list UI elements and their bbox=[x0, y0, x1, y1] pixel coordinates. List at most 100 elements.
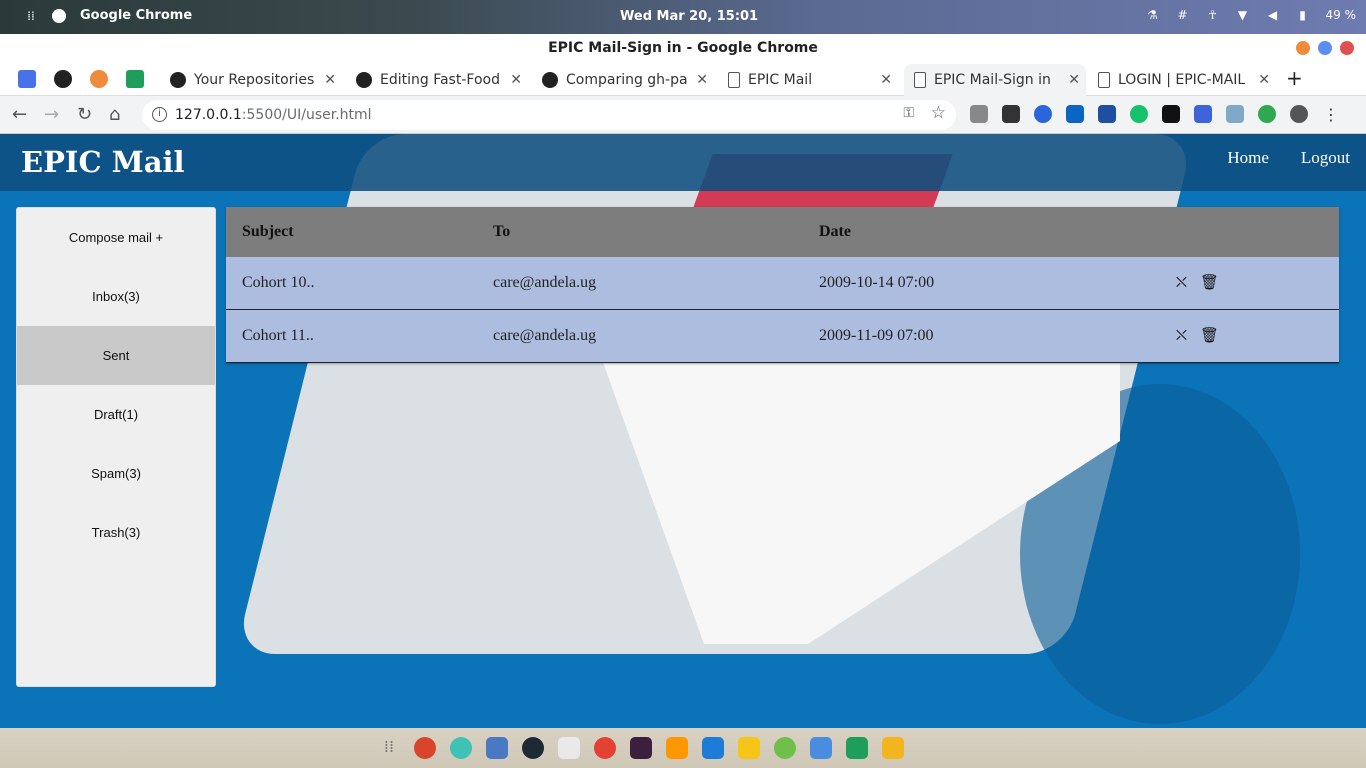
key-icon[interactable]: ⚿ bbox=[903, 105, 914, 121]
pinned-tab-orange[interactable] bbox=[90, 70, 108, 88]
minimize-button[interactable] bbox=[1296, 41, 1310, 55]
page-viewport: EPIC Mail Home Logout Compose mail + Inb… bbox=[0, 134, 1366, 728]
url-text[interactable]: 127.0.0.1:5500/UI/user.html bbox=[175, 107, 372, 123]
files-icon[interactable] bbox=[486, 737, 508, 759]
battery-icon[interactable]: ▮ bbox=[1296, 8, 1310, 22]
site-info-icon[interactable]: i bbox=[152, 107, 167, 122]
wifi-icon[interactable]: ▼ bbox=[1236, 8, 1250, 22]
extension-green-icon[interactable] bbox=[1258, 105, 1276, 123]
extension-profile-icon[interactable] bbox=[1290, 105, 1308, 123]
pinned-tab-github[interactable] bbox=[54, 70, 72, 88]
mail-app-icon[interactable] bbox=[450, 737, 472, 759]
extension-linkedin-icon[interactable] bbox=[1066, 105, 1084, 123]
tab-comparing[interactable]: Comparing gh-pa ✕ bbox=[542, 64, 714, 96]
forward-icon[interactable]: → bbox=[44, 104, 59, 125]
notes-icon[interactable] bbox=[738, 737, 760, 759]
sidebar-item-spam[interactable]: Spam(3) bbox=[17, 444, 215, 503]
sent-mail-table: Subject To Date Cohort 10.. care@andela.… bbox=[226, 207, 1339, 363]
system-top-bar: ⁞⁞ Google Chrome Wed Mar 20, 15:01 ⚗ # ☥… bbox=[0, 0, 1366, 34]
column-header-subject: Subject bbox=[242, 223, 294, 240]
extension-wave-icon[interactable] bbox=[1002, 105, 1020, 123]
row-subject[interactable]: Cohort 10.. bbox=[242, 274, 493, 292]
close-tab-icon[interactable]: ✕ bbox=[696, 72, 708, 88]
mail-client-icon[interactable] bbox=[558, 737, 580, 759]
app-name[interactable]: Google Chrome bbox=[80, 8, 192, 23]
page-icon bbox=[914, 72, 926, 88]
pinned-tab-sheets[interactable] bbox=[126, 70, 144, 88]
home-icon[interactable]: ⌂ bbox=[109, 104, 120, 125]
reload-icon[interactable]: ↻ bbox=[77, 104, 92, 125]
slides-icon[interactable] bbox=[882, 737, 904, 759]
site-brand[interactable]: EPIC Mail bbox=[21, 145, 185, 179]
vscode-icon[interactable] bbox=[702, 737, 724, 759]
table-row[interactable]: Cohort 11.. care@andela.ug 2009-11-09 07… bbox=[226, 310, 1339, 363]
back-icon[interactable]: ← bbox=[12, 104, 27, 125]
firefox-icon[interactable] bbox=[414, 737, 436, 759]
maximize-button[interactable] bbox=[1318, 41, 1332, 55]
nav-home-link[interactable]: Home bbox=[1227, 148, 1269, 168]
bookmark-star-icon[interactable]: ☆ bbox=[931, 103, 946, 123]
extension-infinity-icon[interactable] bbox=[1226, 105, 1244, 123]
row-subject[interactable]: Cohort 11.. bbox=[242, 327, 493, 345]
site-nav: Home Logout bbox=[1227, 148, 1350, 168]
close-tab-icon[interactable]: ✕ bbox=[510, 72, 522, 88]
tab-epic-mail[interactable]: EPIC Mail ✕ bbox=[728, 64, 898, 96]
pinned-tab-docs[interactable] bbox=[18, 70, 36, 88]
extension-blue-icon[interactable] bbox=[1034, 105, 1052, 123]
column-header-to: To bbox=[493, 223, 511, 240]
menu-kebab-icon[interactable]: ⋮ bbox=[1322, 105, 1340, 124]
app-grid-icon[interactable]: ⁞⁞ bbox=[378, 737, 400, 759]
tab-your-repositories[interactable]: Your Repositories ✕ bbox=[170, 64, 342, 96]
github-icon bbox=[170, 72, 186, 88]
trash-icon[interactable]: 🗑 bbox=[1200, 328, 1219, 345]
sidebar-item-sent[interactable]: Sent bbox=[17, 326, 215, 385]
battery-percent: 49 % bbox=[1325, 8, 1357, 22]
row-actions: ⛌ 🗑 bbox=[1173, 275, 1219, 292]
sidebar-item-draft[interactable]: Draft(1) bbox=[17, 385, 215, 444]
site-header: EPIC Mail Home Logout bbox=[0, 134, 1366, 191]
close-tab-icon[interactable]: ✕ bbox=[324, 72, 336, 88]
sidebar-item-compose[interactable]: Compose mail + bbox=[17, 208, 215, 267]
sublime-icon[interactable] bbox=[666, 737, 688, 759]
address-bar[interactable]: i 127.0.0.1:5500/UI/user.html ⚿ ☆ bbox=[142, 100, 956, 130]
photos-icon[interactable] bbox=[774, 737, 796, 759]
close-window-button[interactable] bbox=[1340, 41, 1354, 55]
column-header-date: Date bbox=[819, 223, 851, 240]
extension-new-icon[interactable] bbox=[1194, 105, 1212, 123]
tab-epic-mail-sign-in[interactable]: EPIC Mail-Sign in ✕ bbox=[904, 64, 1086, 96]
row-recipient: care@andela.ug bbox=[493, 327, 597, 344]
trash-icon[interactable]: 🗑 bbox=[1200, 275, 1219, 292]
row-date: 2009-10-14 07:00 bbox=[819, 274, 935, 291]
camera-icon[interactable] bbox=[522, 737, 544, 759]
row-date: 2009-11-09 07:00 bbox=[819, 327, 934, 344]
nav-logout-link[interactable]: Logout bbox=[1301, 148, 1350, 168]
extension-grammarly-icon[interactable] bbox=[1130, 105, 1148, 123]
tab-editing-fast-food[interactable]: Editing Fast-Food ✕ bbox=[356, 64, 528, 96]
sheets-icon[interactable] bbox=[846, 737, 868, 759]
system-clock[interactable]: Wed Mar 20, 15:01 bbox=[620, 9, 758, 24]
sidebar-item-inbox[interactable]: Inbox(3) bbox=[17, 267, 215, 326]
activities-grid-icon[interactable]: ⁞⁞ bbox=[24, 9, 38, 23]
slack-icon[interactable] bbox=[630, 737, 652, 759]
window-title: EPIC Mail-Sign in - Google Chrome bbox=[0, 34, 1366, 62]
flask-icon[interactable]: ⚗ bbox=[1146, 8, 1160, 22]
close-tab-icon[interactable]: ✕ bbox=[1068, 72, 1080, 88]
close-tab-icon[interactable]: ✕ bbox=[880, 72, 892, 88]
accessibility-icon[interactable]: ☥ bbox=[1206, 8, 1220, 22]
docs-icon[interactable] bbox=[810, 737, 832, 759]
close-tab-icon[interactable]: ✕ bbox=[1258, 72, 1270, 88]
table-header: Subject To Date bbox=[226, 207, 1339, 257]
toolbar: ← → ↻ ⌂ i 127.0.0.1:5500/UI/user.html ⚿ … bbox=[0, 96, 1366, 134]
extension-recycle-icon[interactable] bbox=[970, 105, 988, 123]
collapse-icon[interactable]: ⛌ bbox=[1173, 275, 1190, 292]
tab-login-epic-mail[interactable]: LOGIN | EPIC-MAIL ✕ bbox=[1098, 64, 1276, 96]
sidebar-item-trash[interactable]: Trash(3) bbox=[17, 503, 215, 562]
table-row[interactable]: Cohort 10.. care@andela.ug 2009-10-14 07… bbox=[226, 257, 1339, 310]
chrome-icon[interactable] bbox=[594, 737, 616, 759]
volume-icon[interactable]: ◀ bbox=[1266, 8, 1280, 22]
extension-gnome-icon[interactable] bbox=[1162, 105, 1180, 123]
slack-tray-icon[interactable]: # bbox=[1176, 8, 1190, 22]
new-tab-button[interactable]: + bbox=[1286, 66, 1303, 90]
collapse-icon[interactable]: ⛌ bbox=[1173, 328, 1190, 345]
extension-briefcase-icon[interactable] bbox=[1098, 105, 1116, 123]
